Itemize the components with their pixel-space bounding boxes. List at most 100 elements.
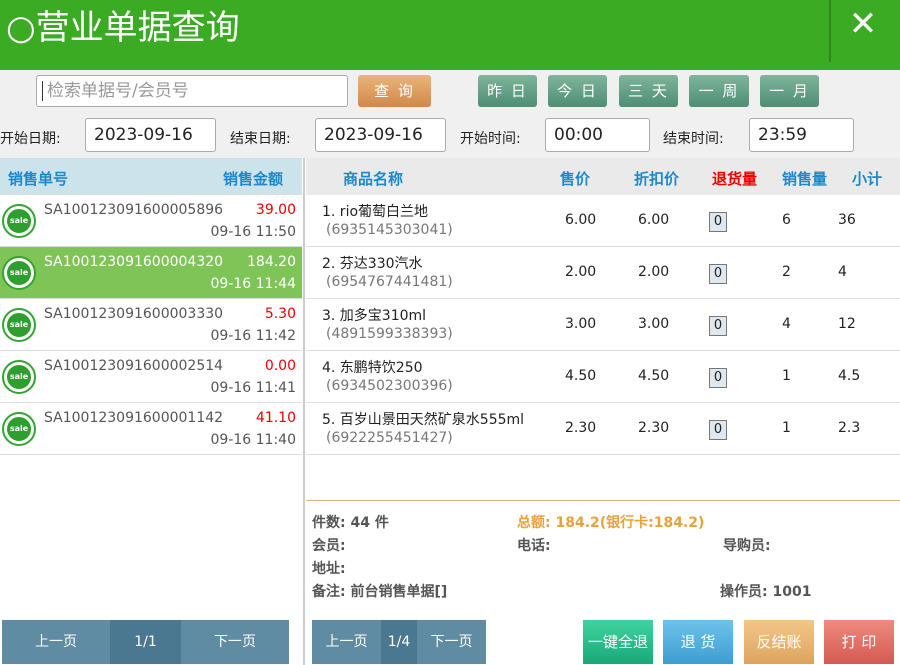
- order-time: 09-16 11:42: [210, 328, 296, 344]
- one-month-button[interactable]: 一 月: [760, 75, 819, 107]
- order-time: 09-16 11:40: [210, 432, 296, 448]
- right-prev-page-button[interactable]: 上一页: [312, 620, 381, 664]
- item-qty: 6: [782, 212, 791, 228]
- sale-icon: sale: [2, 204, 36, 238]
- item-subtotal: 2.3: [838, 420, 861, 436]
- col-order-no: 销售单号: [8, 170, 69, 188]
- item-name: 3. 加多宝310ml: [322, 308, 427, 324]
- order-amount: 41.10: [255, 410, 296, 426]
- order-time: 09-16 11:41: [210, 380, 296, 396]
- reverse-checkout-button[interactable]: 反结账: [744, 620, 814, 664]
- item-qty: 1: [782, 420, 791, 436]
- item-subtotal: 4.5: [838, 368, 861, 384]
- start-time-field[interactable]: 00:00: [545, 118, 650, 152]
- item-name: 4. 东鹏特饮250: [322, 360, 423, 376]
- item-price: 2.30: [565, 420, 597, 436]
- col-name: 商品名称: [343, 170, 404, 188]
- address-label: 地址:: [312, 561, 346, 577]
- member-label: 会员:: [312, 538, 346, 554]
- left-prev-page-button[interactable]: 上一页: [2, 620, 110, 664]
- item-qty: 2: [782, 264, 791, 280]
- returned-qty-input[interactable]: 0: [709, 316, 727, 336]
- end-date-field[interactable]: 2023-09-16: [315, 118, 446, 152]
- returned-qty-input[interactable]: 0: [709, 212, 727, 232]
- order-amount: 184.20: [247, 254, 296, 270]
- item-discount: 3.00: [638, 316, 670, 332]
- item-subtotal: 36: [838, 212, 856, 228]
- col-order-amount: 销售金额: [223, 170, 284, 188]
- order-row[interactable]: sale SA100123091600005896 39.00 09-16 11…: [0, 195, 302, 247]
- phone-label: 电话:: [517, 538, 551, 554]
- order-no: SA100123091600003330: [44, 306, 224, 322]
- item-barcode: (6954767441481): [326, 274, 453, 290]
- col-subtotal: 小计: [852, 170, 883, 188]
- query-button[interactable]: 查 询: [358, 75, 431, 107]
- today-button[interactable]: 今 日: [548, 75, 607, 107]
- item-subtotal: 12: [838, 316, 856, 332]
- item-discount: 4.50: [638, 368, 670, 384]
- note-label: 备注: 前台销售单据[]: [312, 584, 448, 600]
- item-price: 2.00: [565, 264, 597, 280]
- item-name: 1. rio葡萄白兰地: [322, 204, 429, 220]
- item-row[interactable]: 4. 东鹏特饮250 (6934502300396) 4.50 4.50 0 1…: [306, 351, 900, 403]
- search-input[interactable]: 检索单据号/会员号: [36, 75, 348, 107]
- item-barcode: (6934502300396): [326, 378, 453, 394]
- end-time-field[interactable]: 23:59: [749, 118, 854, 152]
- guide-label: 导购员:: [723, 538, 771, 554]
- order-row-selected[interactable]: sale SA100123091600004320 184.20 09-16 1…: [0, 247, 302, 299]
- col-discount: 折扣价: [634, 170, 680, 188]
- item-discount: 2.00: [638, 264, 670, 280]
- item-subtotal: 4: [838, 264, 847, 280]
- returned-qty-input[interactable]: 0: [709, 368, 727, 388]
- order-row[interactable]: sale SA100123091600002514 0.00 09-16 11:…: [0, 351, 302, 403]
- item-row[interactable]: 1. rio葡萄白兰地 (6935145303041) 6.00 6.00 0 …: [306, 195, 900, 247]
- start-date-field[interactable]: 2023-09-16: [85, 118, 216, 152]
- item-row[interactable]: 5. 百岁山景田天然矿泉水555ml (6922255451427) 2.30 …: [306, 403, 900, 455]
- start-time-label: 开始时间:: [460, 131, 521, 147]
- right-next-page-button[interactable]: 下一页: [417, 620, 486, 664]
- order-no: SA100123091600001142: [44, 410, 224, 426]
- return-button[interactable]: 退 货: [663, 620, 733, 664]
- item-barcode: (4891599338393): [326, 326, 453, 342]
- title-bar: ○营业单据查询 ✕: [0, 0, 900, 70]
- item-row[interactable]: 2. 芬达330汽水 (6954767441481) 2.00 2.00 0 2…: [306, 247, 900, 299]
- sale-icon: sale: [2, 308, 36, 342]
- item-barcode: (6935145303041): [326, 222, 453, 238]
- left-page-indicator: 1/1: [110, 620, 181, 664]
- print-button[interactable]: 打 印: [824, 620, 894, 664]
- item-name: 2. 芬达330汽水: [322, 256, 423, 272]
- item-barcode: (6922255451427): [326, 430, 453, 446]
- item-price: 6.00: [565, 212, 597, 228]
- window-title: ○营业单据查询: [6, 8, 240, 48]
- item-qty: 4: [782, 316, 791, 332]
- start-date-label: 开始日期:: [0, 131, 61, 147]
- item-name: 5. 百岁山景田天然矿泉水555ml: [322, 412, 525, 428]
- returned-qty-input[interactable]: 0: [709, 264, 727, 284]
- sale-icon: sale: [2, 256, 36, 290]
- one-week-button[interactable]: 一 周: [689, 75, 749, 107]
- order-amount: 39.00: [255, 202, 296, 218]
- order-time: 09-16 11:50: [210, 224, 296, 240]
- returned-qty-input[interactable]: 0: [709, 420, 727, 440]
- item-price: 3.00: [565, 316, 597, 332]
- item-qty: 1: [782, 368, 791, 384]
- left-next-page-button[interactable]: 下一页: [181, 620, 289, 664]
- items-header: 商品名称 售价 折扣价 退货量 销售量 小计: [306, 158, 900, 195]
- item-discount: 2.30: [638, 420, 670, 436]
- item-price: 4.50: [565, 368, 597, 384]
- order-amount: 0.00: [264, 358, 296, 374]
- title-divider: [829, 0, 831, 62]
- three-days-button[interactable]: 三 天: [619, 75, 678, 107]
- close-icon[interactable]: ✕: [848, 6, 878, 42]
- right-page-indicator: 1/4: [381, 620, 417, 664]
- yesterday-button[interactable]: 昨 日: [478, 75, 537, 107]
- refund-all-button[interactable]: 一键全退: [583, 620, 653, 664]
- order-no: SA100123091600005896: [44, 202, 224, 218]
- order-row[interactable]: sale SA100123091600001142 41.10 09-16 11…: [0, 403, 302, 455]
- item-discount: 6.00: [638, 212, 670, 228]
- orders-header: 销售单号 销售金额: [0, 158, 302, 195]
- order-row[interactable]: sale SA100123091600003330 5.30 09-16 11:…: [0, 299, 302, 351]
- item-row[interactable]: 3. 加多宝310ml (4891599338393) 3.00 3.00 0 …: [306, 299, 900, 351]
- col-qty: 销售量: [782, 170, 828, 188]
- sale-icon: sale: [2, 412, 36, 446]
